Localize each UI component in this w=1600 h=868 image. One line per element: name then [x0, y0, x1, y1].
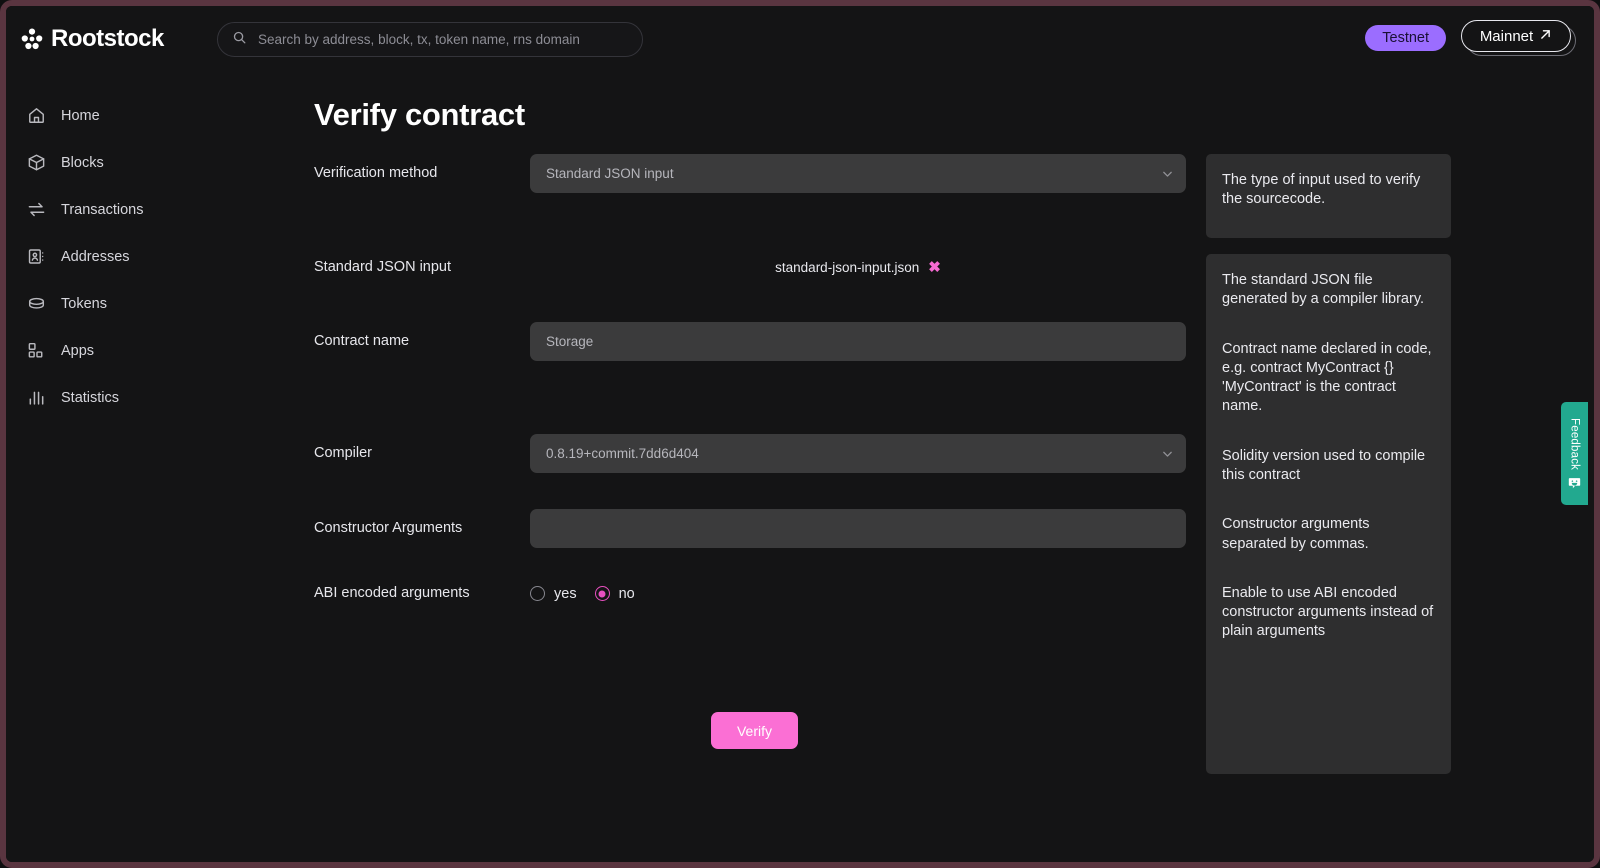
field-constructor-arguments: Constructor Arguments	[314, 509, 1186, 574]
browser-frame: Rootstock Testnet Mainnet	[0, 0, 1600, 868]
chevron-down-icon	[1161, 447, 1174, 460]
help-card-verification-method: The type of input used to verify the sou…	[1206, 154, 1451, 238]
radio-indicator-no	[595, 586, 610, 601]
address-card-icon	[27, 247, 46, 266]
sidebar-item-addresses[interactable]: Addresses	[6, 233, 206, 280]
network-switcher: Testnet Mainnet	[1365, 20, 1576, 56]
help-paragraph: Contract name declared in code, e.g. con…	[1222, 340, 1435, 417]
field-compiler: Compiler 0.8.19+commit.7dd6d404	[314, 434, 1186, 509]
sidebar-item-transactions[interactable]: Transactions	[6, 186, 206, 233]
field-label: Verification method	[314, 154, 530, 181]
radio-indicator-yes	[530, 586, 545, 601]
field-label: Contract name	[314, 322, 530, 349]
sidebar-item-blocks[interactable]: Blocks	[6, 139, 206, 186]
apps-grid-icon	[27, 341, 46, 360]
cube-icon	[27, 153, 46, 172]
help-card-fields: The standard JSON file generated by a co…	[1206, 254, 1451, 774]
sidebar-item-tokens[interactable]: Tokens	[6, 280, 206, 327]
verification-method-value: Standard JSON input	[546, 166, 674, 181]
close-x-icon[interactable]: ✖	[928, 260, 941, 275]
sidebar-item-label: Tokens	[61, 296, 107, 312]
sidebar-item-statistics[interactable]: Statistics	[6, 374, 206, 421]
verification-method-select[interactable]: Standard JSON input	[530, 154, 1186, 193]
help-paragraph: Enable to use ABI encoded constructor ar…	[1222, 584, 1435, 642]
main-content: Verify contract Verification method Stan…	[206, 72, 1594, 862]
help-paragraph: The standard JSON file generated by a co…	[1222, 271, 1435, 310]
field-abi-encoded-arguments: ABI encoded arguments yes no	[314, 574, 1186, 622]
logo-wordmark: Rootstock	[51, 25, 164, 53]
help-paragraph: The type of input used to verify the sou…	[1222, 171, 1435, 210]
mainnet-button-wrapper: Mainnet	[1461, 20, 1576, 56]
abi-encoded-radio-group: yes no	[530, 574, 1186, 613]
constructor-arguments-input[interactable]	[530, 509, 1186, 548]
page-title: Verify contract	[314, 97, 525, 133]
rootstock-cluster-icon	[20, 27, 44, 51]
search-icon	[232, 30, 247, 50]
compiler-value: 0.8.19+commit.7dd6d404	[546, 446, 699, 461]
sidebar-item-label: Blocks	[61, 155, 104, 171]
field-verification-method: Verification method Standard JSON input	[314, 154, 1186, 248]
radio-option-no[interactable]: no	[595, 586, 635, 602]
sidebar-item-label: Apps	[61, 343, 94, 359]
coin-icon	[27, 294, 46, 313]
feedback-tab[interactable]: Feedback	[1561, 402, 1588, 505]
top-header: Rootstock Testnet Mainnet	[6, 6, 1594, 72]
field-label: Standard JSON input	[314, 248, 530, 275]
smiley-chat-icon	[1568, 476, 1581, 489]
field-label: ABI encoded arguments	[314, 574, 530, 601]
verify-button[interactable]: Verify	[711, 712, 798, 749]
sidebar-item-label: Home	[61, 108, 100, 124]
radio-option-yes[interactable]: yes	[530, 586, 577, 602]
radio-label-yes: yes	[554, 586, 577, 602]
field-label: Compiler	[314, 434, 530, 461]
field-contract-name: Contract name Storage	[314, 322, 1186, 434]
search-input[interactable]	[258, 32, 628, 47]
help-paragraph: Solidity version used to compile this co…	[1222, 447, 1435, 486]
feedback-label: Feedback	[1569, 418, 1581, 470]
search-bar[interactable]	[217, 22, 643, 57]
help-paragraph: Constructor arguments separated by comma…	[1222, 515, 1435, 554]
sidebar-item-apps[interactable]: Apps	[6, 327, 206, 374]
home-icon	[27, 106, 46, 125]
app-viewport: Rootstock Testnet Mainnet	[6, 6, 1594, 862]
field-label: Constructor Arguments	[314, 509, 530, 536]
testnet-badge[interactable]: Testnet	[1365, 25, 1446, 51]
sidebar-item-label: Addresses	[61, 249, 130, 265]
uploaded-file-chip: standard-json-input.json ✖	[530, 248, 1186, 287]
rootstock-logo[interactable]: Rootstock	[20, 25, 195, 53]
sidebar-item-label: Statistics	[61, 390, 119, 406]
radio-label-no: no	[619, 586, 635, 602]
chevron-down-icon	[1161, 167, 1174, 180]
contract-name-input[interactable]: Storage	[530, 322, 1186, 361]
uploaded-file-name: standard-json-input.json	[775, 260, 919, 275]
sidebar-item-home[interactable]: Home	[6, 92, 206, 139]
transfer-arrows-icon	[27, 200, 46, 219]
contract-name-value: Storage	[546, 334, 593, 349]
mainnet-button[interactable]: Mainnet	[1461, 20, 1571, 52]
compiler-select[interactable]: 0.8.19+commit.7dd6d404	[530, 434, 1186, 473]
verify-contract-form: Verification method Standard JSON input …	[314, 154, 1186, 622]
external-link-arrow-icon	[1539, 28, 1552, 45]
mainnet-label: Mainnet	[1480, 28, 1533, 45]
sidebar-item-label: Transactions	[61, 202, 143, 218]
field-standard-json-input: Standard JSON input standard-json-input.…	[314, 248, 1186, 322]
bar-chart-icon	[27, 388, 46, 407]
left-sidebar: Home Blocks Transactions	[6, 92, 206, 421]
